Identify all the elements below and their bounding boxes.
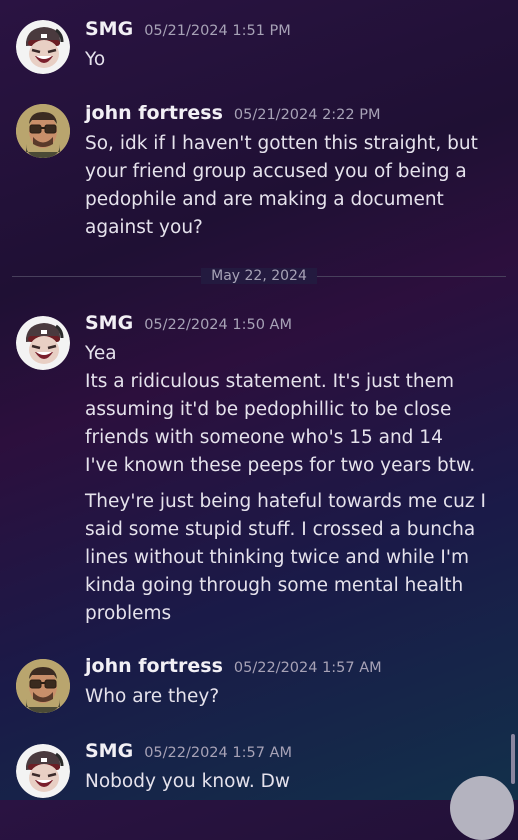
username[interactable]: SMG — [85, 312, 133, 334]
message-text: I've known these peeps for two years btw… — [85, 455, 476, 476]
message-text: So, idk if I haven't gotten this straigh… — [85, 133, 478, 238]
date-divider-line — [12, 276, 506, 277]
username[interactable]: SMG — [85, 18, 133, 40]
floating-action-button[interactable] — [450, 776, 514, 840]
message-text: Yea — [85, 343, 117, 364]
message-text: They're just being hateful towards me cu… — [85, 491, 486, 624]
timestamp: 05/22/2024 1:57 AM — [233, 660, 382, 676]
message-text: Nobody you know. Dw — [85, 771, 290, 792]
timestamp: 05/21/2024 2:22 PM — [233, 107, 381, 123]
scrollbar[interactable] — [511, 734, 515, 784]
timestamp: 05/21/2024 1:51 PM — [144, 23, 291, 39]
smg-avatar[interactable] — [16, 20, 70, 74]
message-text: Who are they? — [85, 686, 220, 707]
message-text: Yo — [85, 49, 106, 70]
timestamp: 05/22/2024 1:57 AM — [144, 745, 292, 761]
john-fortress-avatar[interactable] — [16, 104, 70, 158]
message-text: Its a ridiculous statement. It's just th… — [85, 371, 455, 448]
timestamp: 05/22/2024 1:50 AM — [144, 317, 292, 333]
username[interactable]: john fortress — [85, 655, 223, 677]
john-fortress-avatar[interactable] — [16, 659, 70, 713]
smg-avatar[interactable] — [16, 744, 70, 798]
smg-avatar[interactable] — [16, 316, 70, 370]
username[interactable]: john fortress — [85, 102, 223, 124]
chat-log: SMG 05/21/2024 1:51 PM Yo john fortress … — [0, 0, 518, 840]
username[interactable]: SMG — [85, 740, 133, 762]
